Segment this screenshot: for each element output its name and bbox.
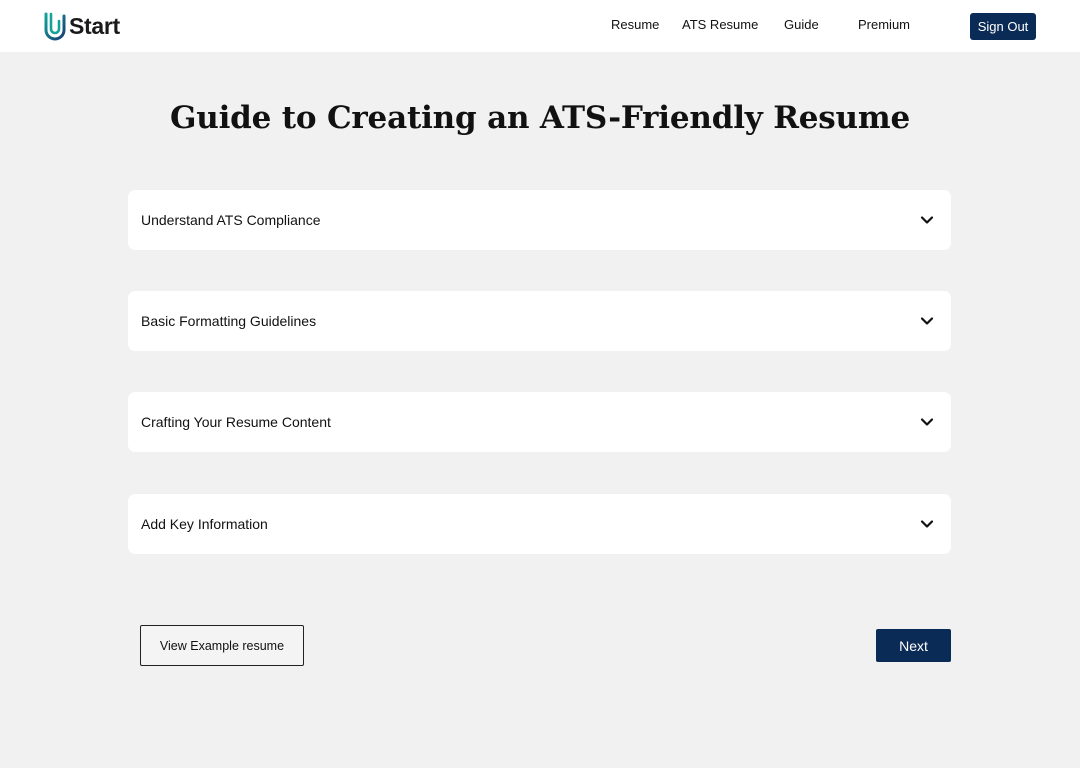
accordion-label: Understand ATS Compliance xyxy=(141,212,321,228)
nav-link-guide[interactable]: Guide xyxy=(784,17,819,32)
nav-link-ats-resume[interactable]: ATS Resume xyxy=(682,17,758,32)
next-button[interactable]: Next xyxy=(876,629,951,662)
accordion-item-ats-compliance[interactable]: Understand ATS Compliance xyxy=(128,190,951,250)
nav-link-resume[interactable]: Resume xyxy=(611,17,659,32)
accordion-item-key-information[interactable]: Add Key Information xyxy=(128,494,951,554)
chevron-down-icon[interactable] xyxy=(920,314,934,328)
accordion-item-formatting-guidelines[interactable]: Basic Formatting Guidelines xyxy=(128,291,951,351)
top-navigation-bar: Start Resume ATS Resume Guide Premium Si… xyxy=(0,0,1080,52)
chevron-down-icon[interactable] xyxy=(920,517,934,531)
sign-out-button[interactable]: Sign Out xyxy=(970,13,1036,40)
page-title: Guide to Creating an ATS-Friendly Resume xyxy=(169,100,910,136)
chevron-down-icon[interactable] xyxy=(920,415,934,429)
view-example-resume-button[interactable]: View Example resume xyxy=(140,625,304,666)
paperclip-u-icon xyxy=(42,11,68,41)
chevron-down-icon[interactable] xyxy=(920,213,934,227)
accordion-label: Crafting Your Resume Content xyxy=(141,414,331,430)
nav-link-premium[interactable]: Premium xyxy=(858,17,910,32)
brand-name: Start xyxy=(69,12,120,39)
accordion-label: Basic Formatting Guidelines xyxy=(141,313,317,329)
accordion-item-resume-content[interactable]: Crafting Your Resume Content xyxy=(128,392,951,452)
accordion-label: Add Key Information xyxy=(141,516,268,532)
brand-logo[interactable]: Start xyxy=(42,10,120,42)
